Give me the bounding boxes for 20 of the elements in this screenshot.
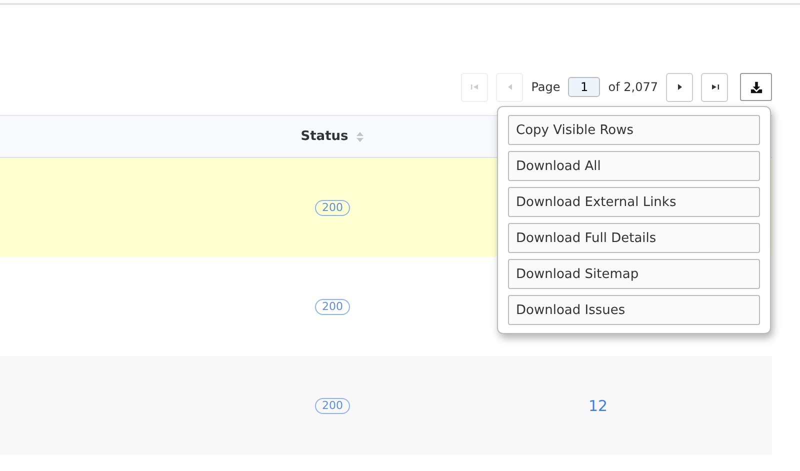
menu-item[interactable]: Download External Links [508, 187, 760, 217]
download-button[interactable] [740, 73, 772, 101]
menu-item[interactable]: Download Issues [508, 295, 760, 325]
menu-item[interactable]: Copy Visible Rows [508, 115, 760, 145]
page-input-field[interactable]: 1 [568, 77, 600, 97]
next-page-button[interactable] [666, 72, 693, 102]
status-badge: 200 [315, 200, 350, 216]
first-page-icon [470, 82, 480, 92]
menu-item[interactable]: Download All [508, 151, 760, 181]
status-badge: 200 [315, 298, 350, 314]
menu-item[interactable]: Download Full Details [508, 223, 760, 253]
column-header[interactable]: Status [190, 116, 475, 157]
status-badge: 200 [315, 398, 350, 414]
page-label: Page [531, 80, 560, 94]
last-page-icon [710, 82, 720, 92]
download-icon [750, 80, 762, 94]
last-page-button[interactable] [701, 72, 728, 102]
page-count: of 2,077 [608, 80, 658, 94]
menu-item[interactable]: Download Sitemap [508, 259, 760, 289]
table-cell: 12 [588, 396, 608, 414]
